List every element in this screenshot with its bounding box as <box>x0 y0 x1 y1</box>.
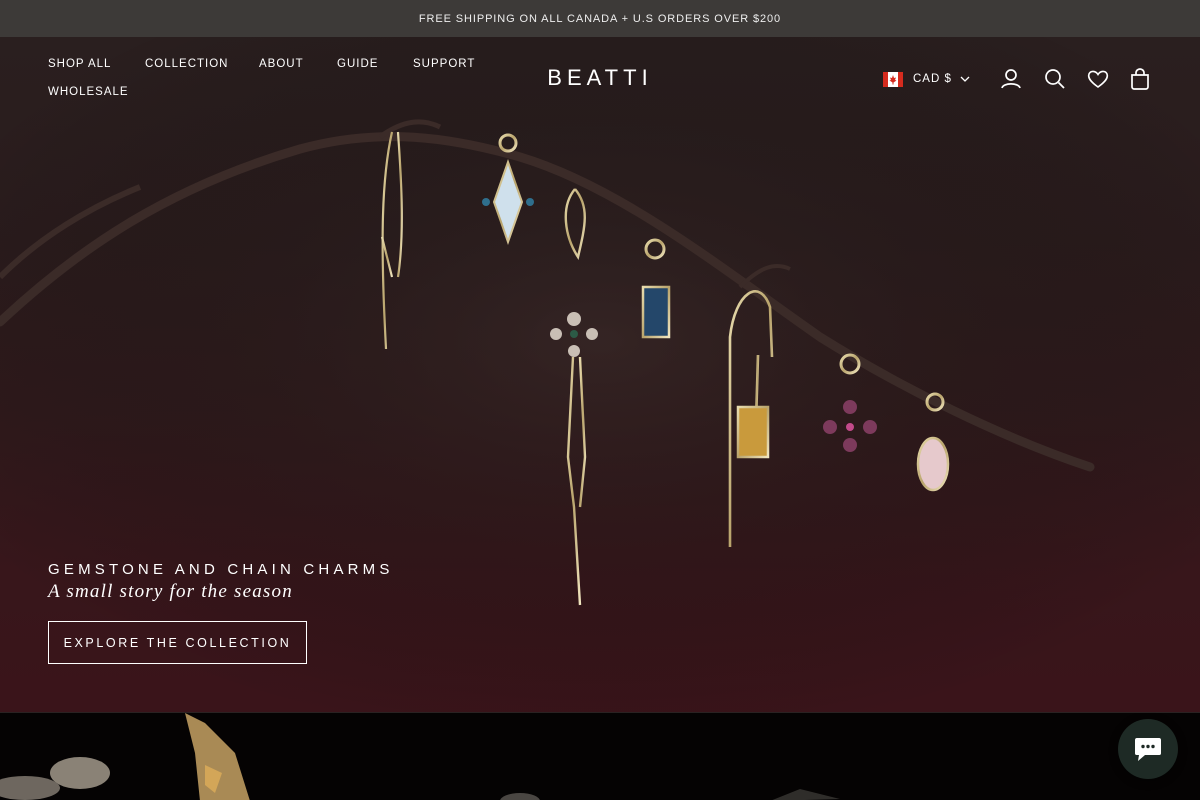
explore-collection-button[interactable]: EXPLORE THE COLLECTION <box>48 621 307 664</box>
canada-flag-icon <box>883 71 903 87</box>
hero-subline: A small story for the season <box>48 581 293 602</box>
account-icon[interactable] <box>999 67 1023 91</box>
brand-logo[interactable]: BEATTI <box>530 65 670 91</box>
nav-item-collection[interactable]: COLLECTION <box>145 58 229 70</box>
nav-item-wholesale[interactable]: WHOLESALE <box>48 86 129 98</box>
currency-label: CAD $ <box>913 73 952 85</box>
nav-item-support[interactable]: SUPPORT <box>413 58 475 70</box>
search-icon[interactable] <box>1043 67 1067 91</box>
currency-selector[interactable]: CAD $ <box>883 71 970 87</box>
hero-jewelry-image <box>0 37 1200 712</box>
hero-headline: GEMSTONE AND CHAIN CHARMS <box>48 561 394 578</box>
cart-icon[interactable] <box>1128 67 1152 91</box>
hero-banner: SHOP ALL COLLECTION ABOUT GUIDE SUPPORT … <box>0 37 1200 712</box>
chat-button[interactable] <box>1118 719 1178 779</box>
nav-item-guide[interactable]: GUIDE <box>337 58 378 70</box>
product-image-preview <box>0 713 840 800</box>
announcement-bar: FREE SHIPPING ON ALL CANADA + U.S ORDERS… <box>0 0 1200 37</box>
chat-icon <box>1135 738 1161 761</box>
next-section-preview <box>0 712 1200 800</box>
chevron-down-icon <box>960 76 970 82</box>
header-tools: CAD $ <box>883 67 970 91</box>
nav-item-shop-all[interactable]: SHOP ALL <box>48 58 111 70</box>
nav-item-about[interactable]: ABOUT <box>259 58 304 70</box>
wishlist-icon[interactable] <box>1086 67 1110 91</box>
announcement-text: FREE SHIPPING ON ALL CANADA + U.S ORDERS… <box>418 12 782 25</box>
